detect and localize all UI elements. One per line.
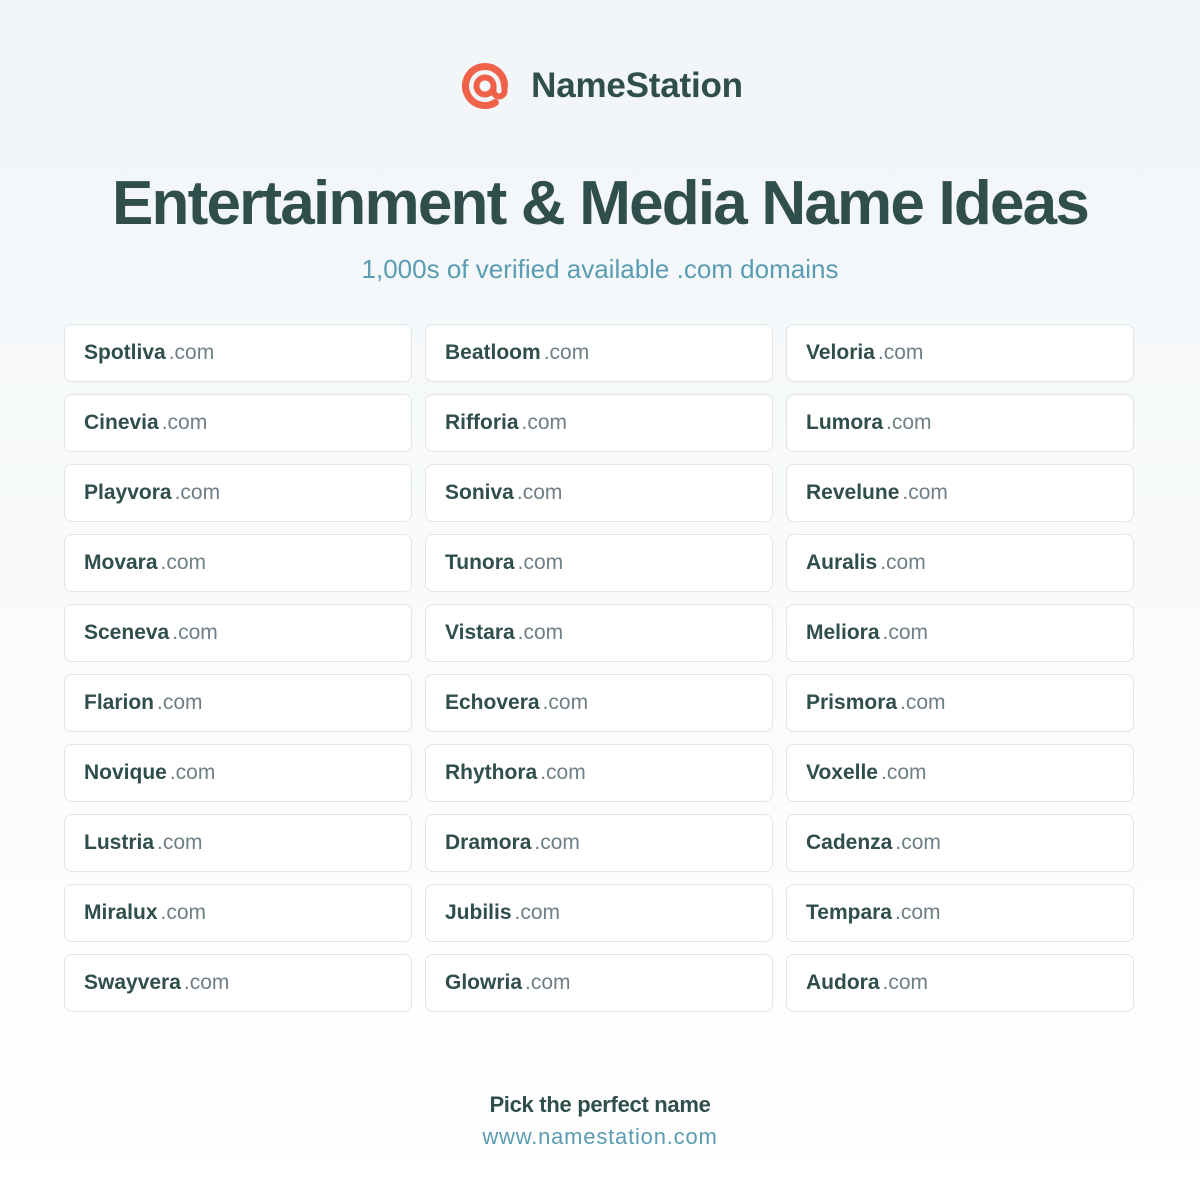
domain-card[interactable]: Playvora .com: [64, 464, 412, 522]
domain-tld: .com: [877, 341, 924, 364]
domain-name: Miralux: [84, 901, 158, 924]
domain-tld: .com: [880, 761, 927, 784]
domain-card[interactable]: Echovera .com: [425, 674, 773, 732]
domain-tld: .com: [160, 551, 207, 574]
domain-card[interactable]: Flarion .com: [64, 674, 412, 732]
domain-name: Revelune: [806, 481, 900, 504]
domain-card[interactable]: Auralis .com: [786, 534, 1134, 592]
domain-tld: .com: [517, 621, 564, 644]
domain-grid: Spotliva .com Beatloom .com Veloria .com Ci…: [64, 324, 1135, 1012]
domain-card[interactable]: Novique .com: [64, 744, 412, 802]
domain-tld: .com: [157, 691, 203, 714]
domain-card[interactable]: Beatloom .com: [425, 324, 773, 382]
domain-name: Echovera: [445, 691, 540, 714]
domain-tld: .com: [540, 761, 586, 784]
domain-tld: .com: [900, 691, 946, 714]
domain-card[interactable]: Cadenza .com: [786, 814, 1134, 872]
domain-name: Glowria: [445, 971, 523, 994]
domain-tld: .com: [886, 411, 932, 434]
domain-card[interactable]: Dramora .com: [425, 814, 773, 872]
domain-card[interactable]: Glowria .com: [425, 954, 773, 1012]
domain-card[interactable]: Tunora .com: [425, 534, 773, 592]
domain-name: Tempara: [806, 901, 892, 924]
domain-name: Cinevia: [84, 411, 159, 434]
domain-name: Voxelle: [806, 761, 878, 784]
domain-tld: .com: [517, 551, 564, 574]
domain-name: Spotliva: [84, 341, 166, 364]
domain-name: Lumora: [806, 411, 884, 434]
domain-name: Tunora: [445, 551, 515, 574]
brand-name: NameStation: [531, 66, 743, 105]
domain-card[interactable]: Veloria .com: [786, 324, 1134, 382]
domain-tld: .com: [160, 901, 207, 924]
domain-tld: .com: [172, 621, 218, 644]
domain-name: Novique: [84, 761, 167, 784]
domain-card[interactable]: Spotliva .com: [64, 324, 412, 382]
domain-card[interactable]: Jubilis .com: [425, 884, 773, 942]
domain-name: Meliora: [806, 621, 880, 644]
domain-card[interactable]: Meliora .com: [786, 604, 1134, 662]
domain-card[interactable]: Tempara .com: [786, 884, 1134, 942]
domain-name: Soniva: [445, 481, 514, 504]
domain-card[interactable]: Swayvera .com: [64, 954, 412, 1012]
page-subtitle: 1,000s of verified available .com domain…: [361, 254, 839, 284]
domain-card[interactable]: Revelune .com: [786, 464, 1134, 522]
domain-card[interactable]: Audora .com: [786, 954, 1134, 1012]
domain-tld: .com: [894, 901, 941, 924]
domain-card[interactable]: Prismora .com: [786, 674, 1134, 732]
domain-tld: .com: [542, 691, 589, 714]
domain-card[interactable]: Voxelle .com: [786, 744, 1134, 802]
page-title: Entertainment & Media Name Ideas: [111, 169, 1090, 238]
footer-tagline: Pick the perfect name: [489, 1092, 711, 1117]
domain-name: Prismora: [806, 691, 898, 714]
domain-tld: .com: [168, 341, 215, 364]
domain-name: Jubilis: [445, 901, 512, 924]
domain-tld: .com: [882, 621, 929, 644]
domain-name: Rhythora: [445, 761, 538, 784]
brand-header: NameStation: [0, 58, 1200, 114]
target-at-icon: [462, 63, 509, 109]
domain-card[interactable]: Miralux .com: [64, 884, 412, 942]
domain-tld: .com: [534, 831, 580, 854]
domain-name: Playvora: [84, 481, 172, 504]
domain-card[interactable]: Soniva .com: [425, 464, 773, 522]
domain-card[interactable]: Cinevia .com: [64, 394, 412, 452]
domain-name: Lustria: [84, 831, 155, 854]
domain-name: Sceneva: [84, 621, 170, 644]
domain-tld: .com: [174, 481, 221, 504]
domain-tld: .com: [521, 411, 568, 434]
domain-name: Veloria: [806, 341, 875, 364]
domain-card[interactable]: Rhythora .com: [425, 744, 773, 802]
website-link[interactable]: www.namestation.com: [0, 1124, 1200, 1150]
domain-tld: .com: [161, 411, 208, 434]
domain-card[interactable]: Sceneva .com: [64, 604, 412, 662]
domain-name: Dramora: [445, 831, 532, 854]
domain-name: Auralis: [806, 551, 878, 574]
domain-tld: .com: [169, 761, 216, 784]
domain-card[interactable]: Lustria .com: [64, 814, 412, 872]
domain-name: Flarion: [84, 691, 155, 714]
domain-tld: .com: [882, 971, 929, 994]
domain-name: Vistara: [445, 621, 515, 644]
domain-tld: .com: [902, 481, 948, 504]
domain-tld: .com: [543, 341, 590, 364]
domain-name: Beatloom: [445, 341, 541, 364]
domain-name: Audora: [806, 971, 880, 994]
domain-card[interactable]: Vistara .com: [425, 604, 773, 662]
domain-tld: .com: [516, 481, 563, 504]
domain-name: Rifforia: [445, 411, 519, 434]
domain-tld: .com: [157, 831, 203, 854]
domain-tld: .com: [514, 901, 561, 924]
domain-card[interactable]: Lumora .com: [786, 394, 1134, 452]
domain-name: Cadenza: [806, 831, 893, 854]
domain-tld: .com: [183, 971, 230, 994]
domain-tld: .com: [895, 831, 941, 854]
domain-card[interactable]: Movara .com: [64, 534, 412, 592]
domain-card[interactable]: Rifforia .com: [425, 394, 773, 452]
domain-tld: .com: [880, 551, 926, 574]
domain-tld: .com: [525, 971, 571, 994]
domain-name: Movara: [84, 551, 158, 574]
domain-name: Swayvera: [84, 971, 181, 994]
